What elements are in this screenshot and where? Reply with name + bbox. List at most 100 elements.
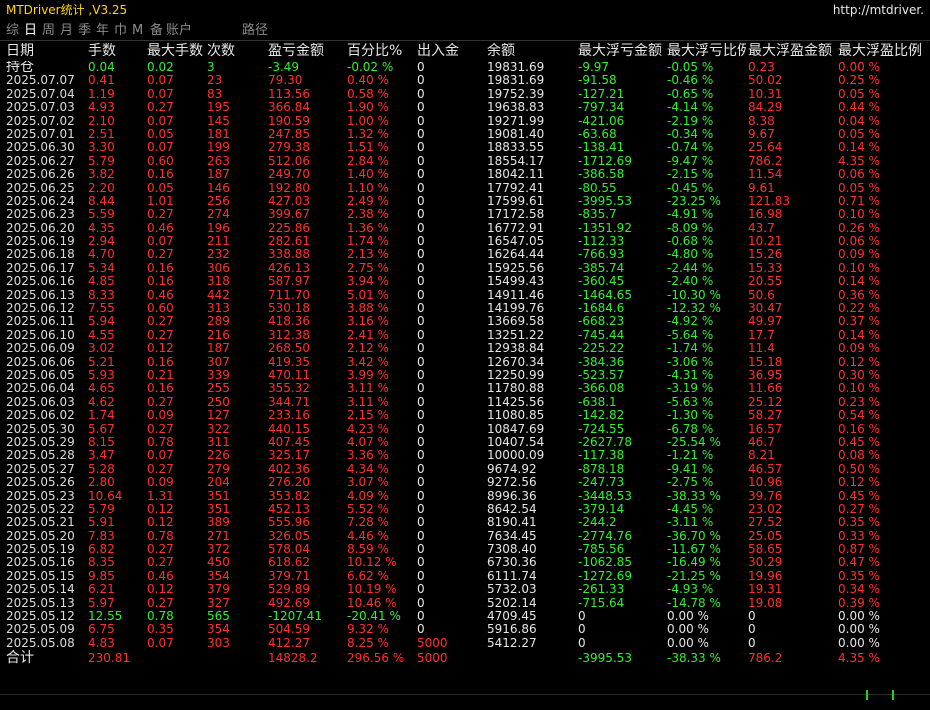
cell-deposit: 0 bbox=[417, 141, 425, 155]
tab-4[interactable]: 季 bbox=[78, 22, 91, 40]
cell-max-float-profit: 16.57 bbox=[748, 422, 783, 436]
cell-max-float-profit-pct: 0.39 % bbox=[838, 596, 880, 610]
table-row[interactable]: 2025.06.27 5.79 0.60 263 512.06 2.84 % 0 18554.… bbox=[0, 155, 930, 168]
table-row[interactable]: 2025.06.04 4.65 0.16 255 355.32 3.11 % 0 11780.… bbox=[0, 382, 930, 395]
tab-9[interactable]: 账户 bbox=[166, 22, 192, 40]
table-row[interactable]: 2025.06.02 1.74 0.09 127 233.16 2.15 % 0 11080.… bbox=[0, 409, 930, 422]
cell-balance: 6111.74 bbox=[487, 569, 537, 583]
table-row[interactable]: 2025.05.30 5.67 0.27 322 440.15 4.23 % 0 10847.… bbox=[0, 423, 930, 436]
cell-max-float-profit-pct: 0.23 % bbox=[838, 395, 880, 409]
table-row[interactable]: 2025.05.28 3.47 0.07 226 325.17 3.36 % 0 10000.… bbox=[0, 449, 930, 462]
tab-7[interactable]: M bbox=[132, 22, 143, 40]
table-row[interactable]: 2025.06.05 5.93 0.21 339 470.11 3.99 % 0 12250.… bbox=[0, 369, 930, 382]
cell-date: 2025.05.20 bbox=[6, 529, 75, 543]
cell-max-float-profit: 0 bbox=[748, 610, 756, 624]
table-row[interactable]: 2025.05.09 6.75 0.35 354 504.59 9.32 % 0 5916.8… bbox=[0, 623, 930, 636]
table-row[interactable]: 2025.05.15 9.85 0.46 354 379.71 6.62 % 0 6111.7… bbox=[0, 570, 930, 583]
cell-max-float-profit: 11.66 bbox=[748, 382, 783, 396]
table-row[interactable]: 2025.06.12 7.55 0.60 313 530.18 3.88 % 0 14199.… bbox=[0, 302, 930, 315]
table-row[interactable]: 2025.05.23 10.64 1.31 351 353.82 4.09 % 0 8996.… bbox=[0, 490, 930, 503]
table-row[interactable]: 2025.05.29 8.15 0.78 311 407.45 4.07 % 0 10407.… bbox=[0, 436, 930, 449]
header-row[interactable]: 日期 手数 最大手数 次数 盈亏金额 百分比% 出入金 余额 最大浮亏金额 最大浮亏比例 最大浮盈金… bbox=[0, 42, 930, 61]
cell-max-float-loss-pct: -4.31 % bbox=[667, 368, 714, 382]
table-row[interactable]: 2025.06.20 4.35 0.46 196 225.86 1.36 % 0 16772.… bbox=[0, 222, 930, 235]
totals-row[interactable]: 合计 230.81 14828.2 296.56 % 5000 -3995.53 -38.3… bbox=[0, 650, 930, 666]
table-row[interactable]: 2025.05.12 12.55 0.78 565 -1207.41 -20.41 % 0 4… bbox=[0, 610, 930, 623]
cell-pnl: 249.70 bbox=[268, 168, 310, 182]
table-row[interactable]: 2025.05.27 5.28 0.27 279 402.36 4.34 % 0 9674.9… bbox=[0, 463, 930, 476]
cell-date: 2025.06.24 bbox=[6, 194, 75, 208]
table-row[interactable]: 2025.06.10 4.55 0.27 216 312.38 2.41 % 0 13251.… bbox=[0, 329, 930, 342]
tab-1[interactable]: 日 bbox=[24, 22, 37, 40]
table-row[interactable]: 2025.06.25 2.20 0.05 146 192.80 1.10 % 0 17792.… bbox=[0, 182, 930, 195]
cell-max-lots: 0.27 bbox=[147, 248, 174, 262]
cell-max-float-loss-pct: -4.92 % bbox=[667, 315, 714, 329]
table-row[interactable]: 2025.07.07 0.41 0.07 23 79.30 0.40 % 0 19831.69… bbox=[0, 74, 930, 87]
table-row[interactable]: 2025.06.24 8.44 1.01 256 427.03 2.49 % 0 17599.… bbox=[0, 195, 930, 208]
cell-percent: 2.12 % bbox=[347, 342, 389, 356]
table-row[interactable]: 2025.06.18 4.70 0.27 232 338.88 2.13 % 0 16264.… bbox=[0, 248, 930, 261]
cell-max-float-profit: 0 bbox=[748, 636, 756, 650]
cell-max-float-profit-pct: 0.35 % bbox=[838, 516, 880, 530]
table-row[interactable]: 2025.05.21 5.91 0.12 389 555.96 7.28 % 0 8190.4… bbox=[0, 516, 930, 529]
cell-max-float-loss-pct: -38.33 % bbox=[667, 651, 721, 666]
table-row[interactable]: 2025.05.08 4.83 0.07 303 412.27 8.25 % 5000 541… bbox=[0, 637, 930, 650]
cell-max-lots: 0.12 bbox=[147, 502, 174, 516]
cell-max-float-loss-pct: -9.41 % bbox=[667, 462, 714, 476]
table-row[interactable]: 2025.05.22 5.79 0.12 351 452.13 5.52 % 0 8642.5… bbox=[0, 503, 930, 516]
cell-percent: 296.56 % bbox=[347, 651, 405, 666]
table-row[interactable]: 2025.07.02 2.10 0.07 145 190.59 1.00 % 0 19271.… bbox=[0, 115, 930, 128]
table-row[interactable]: 2025.06.09 3.02 0.12 187 268.50 2.12 % 0 12938.… bbox=[0, 342, 930, 355]
cell-pnl: 326.05 bbox=[268, 529, 310, 543]
table-row[interactable]: 2025.06.06 5.21 0.16 307 419.35 3.42 % 0 12670.… bbox=[0, 356, 930, 369]
table-row[interactable]: 2025.06.17 5.34 0.16 306 426.13 2.75 % 0 15925.… bbox=[0, 262, 930, 275]
cell-trades: 307 bbox=[207, 355, 230, 369]
cell-balance: 16264.44 bbox=[487, 248, 545, 262]
cell-max-lots: 0.27 bbox=[147, 208, 174, 222]
tab-10[interactable]: 路径 bbox=[242, 22, 268, 40]
cell-percent: 3.11 % bbox=[347, 395, 389, 409]
cell-percent: 3.36 % bbox=[347, 449, 389, 463]
table-row[interactable]: 2025.06.13 8.33 0.46 442 711.70 5.01 % 0 14911.… bbox=[0, 289, 930, 302]
cell-balance: 11780.88 bbox=[487, 382, 545, 396]
cell-pnl: 711.70 bbox=[268, 288, 310, 302]
app-url-link[interactable]: http://mtdriver. bbox=[833, 0, 924, 20]
cell-pnl: 407.45 bbox=[268, 435, 310, 449]
cell-date: 2025.06.09 bbox=[6, 342, 75, 356]
cell-max-lots: 0.78 bbox=[147, 435, 174, 449]
table-row[interactable]: 2025.06.19 2.94 0.07 211 282.61 1.74 % 0 16547.… bbox=[0, 235, 930, 248]
cell-deposit: 0 bbox=[417, 221, 425, 235]
cell-percent: 0.40 % bbox=[347, 74, 389, 88]
cell-max-float-loss: 0 bbox=[578, 610, 586, 624]
tab-8[interactable]: 备 bbox=[150, 22, 163, 40]
cell-pnl: 555.96 bbox=[268, 516, 310, 530]
cell-lots: 5.67 bbox=[88, 422, 115, 436]
table-row[interactable]: 2025.05.16 8.35 0.27 450 618.62 10.12 % 0 6730.… bbox=[0, 556, 930, 569]
table-row[interactable]: 2025.05.13 5.97 0.27 327 492.69 10.46 % 0 5202.… bbox=[0, 597, 930, 610]
table-row[interactable]: 2025.05.19 6.82 0.27 372 578.04 8.59 % 0 7308.4… bbox=[0, 543, 930, 556]
cell-pnl: 338.88 bbox=[268, 248, 310, 262]
table-row[interactable]: 2025.06.16 4.85 0.16 318 587.97 3.94 % 0 15499.… bbox=[0, 275, 930, 288]
table-row[interactable]: 2025.05.14 6.21 0.12 379 529.89 10.19 % 0 5732.… bbox=[0, 583, 930, 596]
tab-0[interactable]: 综 bbox=[6, 22, 19, 40]
table-row[interactable]: 2025.06.03 4.62 0.27 250 344.71 3.11 % 0 11425.… bbox=[0, 396, 930, 409]
table-row[interactable]: 2025.06.11 5.94 0.27 289 418.36 3.16 % 0 13669.… bbox=[0, 315, 930, 328]
table-row[interactable]: 2025.06.23 5.59 0.27 274 399.67 2.38 % 0 17172.… bbox=[0, 208, 930, 221]
cell-max-float-profit: 9.61 bbox=[748, 181, 775, 195]
table-row[interactable]: 2025.05.20 7.83 0.78 271 326.05 4.46 % 0 7634.4… bbox=[0, 530, 930, 543]
table-row[interactable]: 2025.05.26 2.80 0.09 204 276.20 3.07 % 0 9272.5… bbox=[0, 476, 930, 489]
cell-deposit: 0 bbox=[417, 87, 425, 101]
cell-max-float-profit-pct: 0.10 % bbox=[838, 261, 880, 275]
table-row[interactable]: 2025.07.04 1.19 0.07 83 113.56 0.58 % 0 19752.3… bbox=[0, 88, 930, 101]
table-row[interactable]: 2025.07.03 4.93 0.27 195 366.84 1.90 % 0 19638.… bbox=[0, 101, 930, 114]
tab-5[interactable]: 年 bbox=[96, 22, 109, 40]
cell-balance: 16772.91 bbox=[487, 221, 545, 235]
table-row[interactable]: 2025.06.30 3.30 0.07 199 279.38 1.51 % 0 18833.… bbox=[0, 141, 930, 154]
cell-lots: 8.35 bbox=[88, 556, 115, 570]
tab-3[interactable]: 月 bbox=[60, 22, 73, 40]
table-row[interactable]: 2025.06.26 3.82 0.16 187 249.70 1.40 % 0 18042.… bbox=[0, 168, 930, 181]
tab-2[interactable]: 周 bbox=[42, 22, 55, 40]
table-row[interactable]: 2025.07.01 2.51 0.05 181 247.85 1.32 % 0 19081.… bbox=[0, 128, 930, 141]
holding-row[interactable]: 持仓 0.04 0.02 3 -3.49 -0.02 % 0 19831.69 -9.97 -0.… bbox=[0, 61, 930, 74]
tab-6[interactable]: 巾 bbox=[114, 22, 127, 40]
